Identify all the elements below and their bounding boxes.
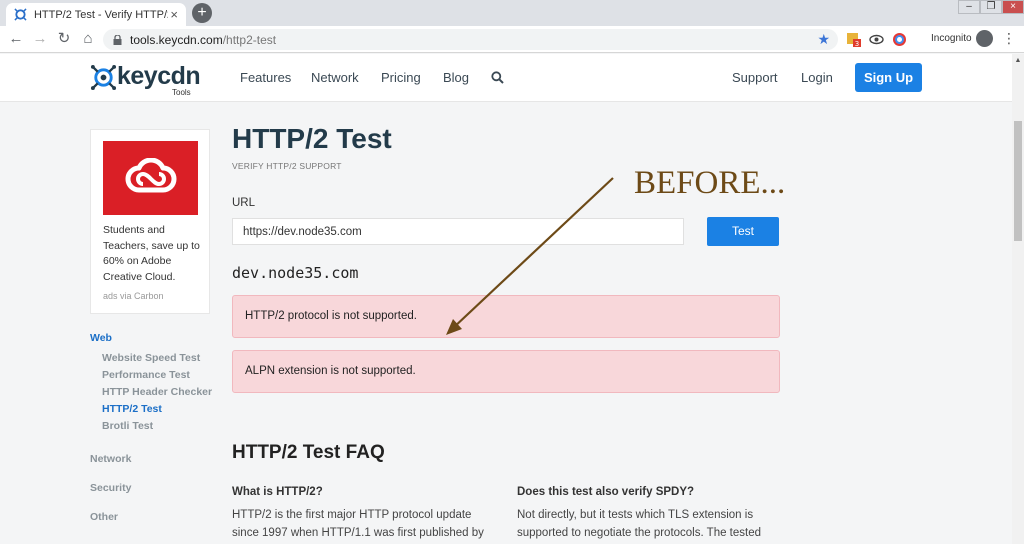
keycdn-logo[interactable]: keycdn Tools <box>90 62 201 97</box>
nav-support[interactable]: Support <box>732 70 778 85</box>
nav-login[interactable]: Login <box>801 70 833 85</box>
faq-title: HTTP/2 Test FAQ <box>232 442 385 463</box>
sidebar-item-brotli-test[interactable]: Brotli Test <box>102 420 153 432</box>
address-bar[interactable]: tools.keycdn.com/http2-test ★ <box>103 29 838 50</box>
url-label: URL <box>232 197 256 209</box>
new-tab-button[interactable]: + <box>192 3 212 23</box>
browser-tab-strip: HTTP/2 Test - Verify HTTP/2 Supp × + – ❐… <box>0 0 1024 26</box>
nav-blog[interactable]: Blog <box>443 70 469 85</box>
ad-text[interactable]: Students and Teachers, save up to 60% on… <box>103 223 203 285</box>
sidebar-heading-network[interactable]: Network <box>90 453 131 465</box>
alert-alpn-not-supported: ALPN extension is not supported. <box>232 350 780 393</box>
tab-title: HTTP/2 Test - Verify HTTP/2 Supp <box>33 8 168 21</box>
keycdn-logo-icon <box>90 64 117 91</box>
faq-answer: Not directly, but it tests which TLS ext… <box>517 509 762 539</box>
lock-icon <box>113 34 122 45</box>
minimize-button[interactable]: – <box>958 0 980 14</box>
test-button[interactable]: Test <box>707 217 779 246</box>
site-header: keycdn Tools Features Network Pricing Bl… <box>0 54 1012 102</box>
maximize-button[interactable]: ❐ <box>980 0 1002 14</box>
color-extension-icon[interactable] <box>892 32 907 47</box>
reload-icon[interactable]: ↻ <box>56 31 72 47</box>
page-scrollbar[interactable]: ▲ <box>1012 54 1024 544</box>
alert-http2-not-supported: HTTP/2 protocol is not supported. <box>232 295 780 338</box>
nav-features[interactable]: Features <box>240 70 291 85</box>
sidebar-heading-security[interactable]: Security <box>90 482 131 494</box>
logo-wordmark: keycdn <box>117 62 201 90</box>
page-subtitle: VERIFY HTTP/2 SUPPORT <box>232 161 342 171</box>
before-annotation-label: BEFORE... <box>634 165 786 201</box>
scroll-thumb[interactable] <box>1014 121 1022 241</box>
result-hostname: dev.node35.com <box>232 264 359 282</box>
close-tab-icon[interactable]: × <box>170 7 178 22</box>
bookmark-star-icon[interactable]: ★ <box>817 31 830 48</box>
home-icon[interactable]: ⌂ <box>80 31 96 47</box>
keycdn-favicon-icon <box>14 8 27 21</box>
browser-tab[interactable]: HTTP/2 Test - Verify HTTP/2 Supp × <box>6 3 186 26</box>
creative-cloud-icon <box>125 158 176 193</box>
page-title: HTTP/2 Test <box>232 123 392 154</box>
sidebar-item-http-header-checker[interactable]: HTTP Header Checker <box>102 386 212 398</box>
browser-toolbar: ← → ↻ ⌂ tools.keycdn.com/http2-test ★ 3 … <box>0 26 1024 53</box>
browser-menu-icon[interactable]: ⋮ <box>1002 31 1016 45</box>
scroll-up-icon[interactable]: ▲ <box>1014 57 1022 64</box>
url-input[interactable] <box>232 218 684 245</box>
nav-pricing[interactable]: Pricing <box>381 70 421 85</box>
sidebar-item-website-speed-test[interactable]: Website Speed Test <box>102 352 200 364</box>
eye-extension-icon[interactable] <box>869 32 884 47</box>
forward-arrow-icon[interactable]: → <box>32 31 48 47</box>
sidebar-item-performance-test[interactable]: Performance Test <box>102 369 190 381</box>
logo-subtitle: Tools <box>172 88 191 97</box>
sign-up-button[interactable]: Sign Up <box>855 63 922 92</box>
faq-question: What is HTTP/2? <box>232 486 323 498</box>
sidebar-item-http2-test[interactable]: HTTP/2 Test <box>102 403 162 415</box>
faq-question: Does this test also verify SPDY? <box>517 486 695 498</box>
url-text: tools.keycdn.com/http2-test <box>130 32 277 47</box>
svg-text:3: 3 <box>855 40 859 47</box>
search-icon[interactable] <box>491 71 504 84</box>
incognito-label: Incognito <box>931 33 972 44</box>
nav-network[interactable]: Network <box>311 70 359 85</box>
carbon-ad[interactable]: Students and Teachers, save up to 60% on… <box>90 129 210 314</box>
ad-image[interactable] <box>103 141 198 215</box>
ad-credit[interactable]: ads via Carbon <box>103 291 164 301</box>
faq-answer: HTTP/2 is the first major HTTP protocol … <box>232 509 484 539</box>
close-window-button[interactable]: × <box>1002 0 1024 14</box>
back-arrow-icon[interactable]: ← <box>8 31 24 47</box>
extension-shield-icon[interactable]: 3 <box>846 32 861 47</box>
sidebar-heading-web[interactable]: Web <box>90 332 112 344</box>
incognito-icon[interactable] <box>976 30 993 47</box>
sidebar-heading-other[interactable]: Other <box>90 511 118 523</box>
